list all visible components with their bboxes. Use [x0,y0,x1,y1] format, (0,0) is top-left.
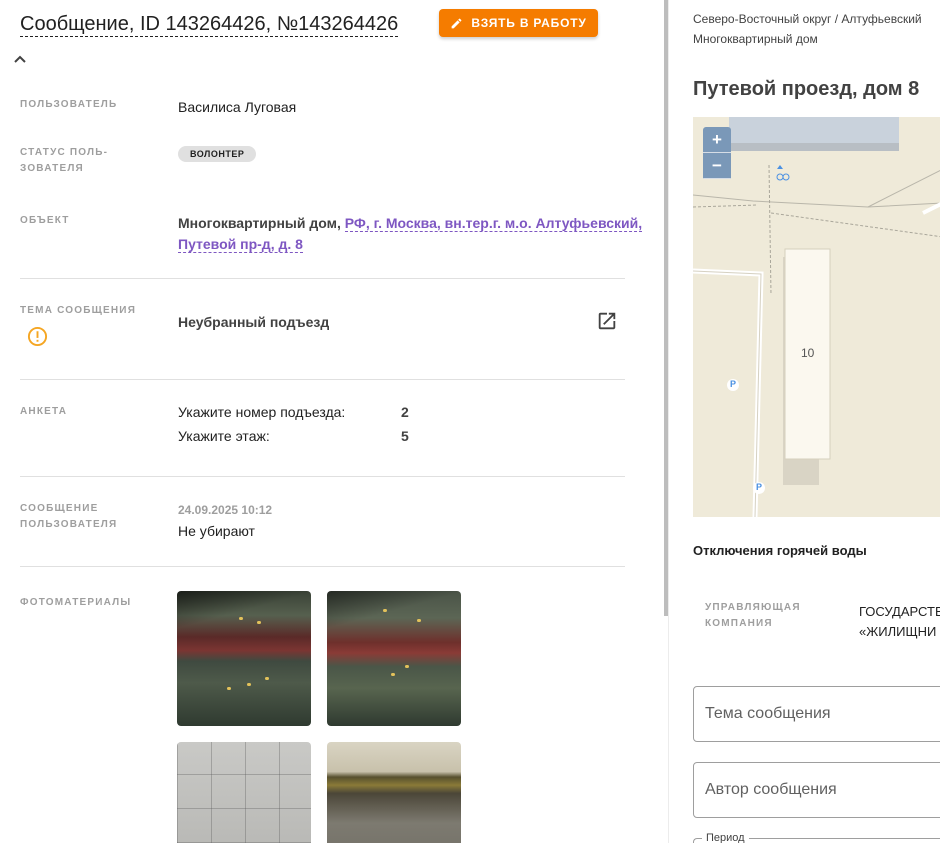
divider [20,476,625,477]
building-number: 10 [801,346,815,360]
chevron-up-icon[interactable] [12,52,28,66]
photo-thumbnail[interactable] [327,591,461,726]
zoom-in-button[interactable]: + [703,127,731,153]
object-value: Многоквартирный дом, РФ, г. Москва, вн.т… [178,213,643,233]
user-label: ПОЛЬЗОВАТЕЛЬ [20,99,118,110]
divider [20,566,625,567]
author-field[interactable] [693,762,940,818]
survey-question: Укажите номер подъезда: [178,404,346,420]
map-zoom-control: + − [703,127,731,181]
take-to-work-label: ВЗЯТЬ В РАБОТУ [471,16,587,30]
page-title[interactable]: Сообщение, ID 143264426, №143264426 [20,12,399,37]
divider [20,278,625,279]
map[interactable]: 10 P P + − [693,117,940,517]
zoom-out-button[interactable]: − [703,153,731,179]
user-value: Василиса Луговая [178,99,297,115]
parking-marker: P [730,379,737,389]
object-label: ОБЪЕКТ [20,215,70,226]
management-company-value: ГОСУДАРСТВ «ЖИЛИЩНИ [859,602,940,642]
status-label-line1: СТАТУС ПОЛЬ- [20,147,109,158]
management-company-value-line1: ГОСУДАРСТВ [859,604,940,619]
status-badge: ВОЛОНТЕР [178,146,257,162]
breadcrumb: Северо-Восточный округ / Алтуфьевский [693,12,922,26]
object-address-link-line2[interactable]: Путевой пр-д, д. 8 [178,236,303,253]
pencil-icon [452,18,462,28]
open-in-new-icon[interactable] [596,310,618,332]
status-label-line2: ЗОВАТЕЛЯ [20,163,84,174]
object-address-title: Путевой проезд, дом 8 [693,78,920,100]
hot-water-outage-title: Отключения горячей воды [693,543,867,558]
message-text: Не убирают [178,523,255,539]
photo-thumbnail[interactable] [177,591,311,726]
photo-thumbnail[interactable] [177,742,311,843]
topic-label: ТЕМА СООБЩЕНИЯ [20,305,137,316]
topic-field[interactable] [693,686,940,742]
survey-answer: 2 [401,404,409,420]
management-company-label-line1: УПРАВЛЯЮЩАЯ [705,602,801,613]
message-label-line2: ПОЛЬЗОВАТЕЛЯ [20,519,118,530]
parking-marker: P [756,482,763,492]
warning-icon [27,326,48,347]
period-label: Период [702,832,749,843]
photos-label: ФОТОМАТЕРИАЛЫ [20,597,132,608]
management-company-label-line2: КОМПАНИЯ [705,618,773,629]
take-to-work-button[interactable]: ВЗЯТЬ В РАБОТУ [439,9,598,37]
management-company-value-line2: «ЖИЛИЩНИ [859,624,937,639]
message-label-line1: СООБЩЕНИЕ [20,503,99,514]
object-type: Многоквартирный дом, [178,215,341,231]
management-company-label: УПРАВЛЯЮЩАЯ КОМПАНИЯ [705,600,801,632]
breadcrumb-object-type: Многоквартирный дом [693,32,818,46]
author-input[interactable] [705,763,940,817]
message-panel: Сообщение, ID 143264426, №143264426 ВЗЯТ… [0,0,664,843]
message-date: 24.09.2025 10:12 [178,503,273,517]
topic-value: Неубранный подъезд [178,314,330,330]
photo-thumbnail[interactable] [327,742,461,843]
survey-question: Укажите этаж: [178,428,270,444]
topic-input[interactable] [705,687,940,741]
survey-answer: 5 [401,428,409,444]
divider [20,379,625,380]
survey-label: АНКЕТА [20,406,68,417]
object-panel: Северо-Восточный округ / Алтуфьевский Мн… [669,0,940,843]
period-field[interactable]: Период [693,832,940,843]
object-address-link[interactable]: РФ, г. Москва, вн.тер.г. м.о. Алтуфьевск… [344,215,643,232]
